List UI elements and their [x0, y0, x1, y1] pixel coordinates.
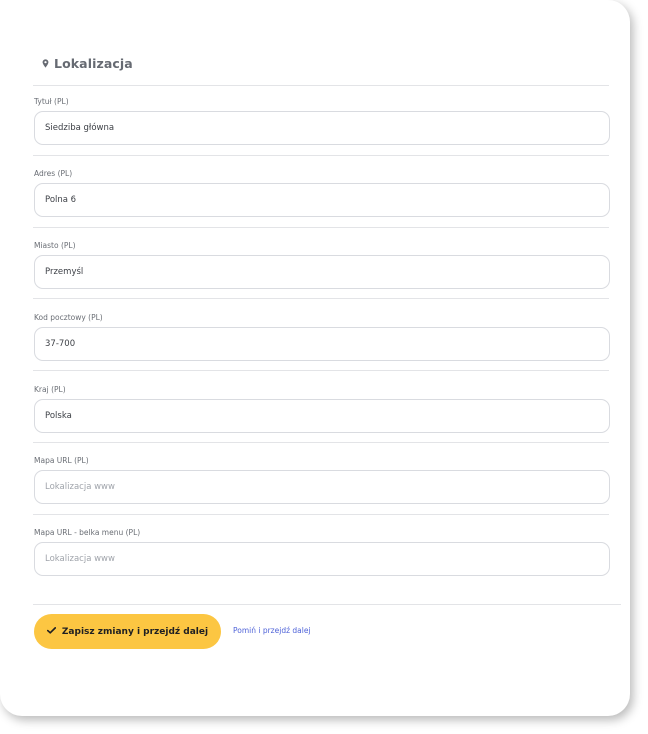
country-label: Kraj (PL) — [34, 385, 66, 394]
city-label: Miasto (PL) — [34, 241, 76, 250]
address-label: Adres (PL) — [34, 169, 73, 178]
divider — [33, 604, 621, 605]
location-pin-icon — [42, 59, 49, 68]
section-title-text: Lokalizacja — [54, 56, 133, 71]
check-icon — [46, 626, 56, 637]
skip-and-continue-link[interactable]: Pomiń i przejdź dalej — [233, 626, 311, 635]
country-input[interactable]: Polska — [34, 399, 610, 433]
divider — [33, 442, 609, 443]
map-url-input[interactable]: Lokalizacja www — [34, 470, 610, 504]
address-input[interactable]: Polna 6 — [34, 183, 610, 217]
map-url-menu-label: Mapa URL - belka menu (PL) — [34, 528, 141, 537]
save-button-label: Zapisz zmiany i przejdź dalej — [61, 626, 209, 637]
form-card: Lokalizacja Tytuł (PL) Siedziba główna A… — [0, 0, 630, 716]
title-label: Tytuł (PL) — [34, 97, 69, 106]
title-input[interactable]: Siedziba główna — [34, 111, 610, 145]
divider — [33, 85, 609, 86]
map-url-label: Mapa URL (PL) — [34, 456, 89, 465]
divider — [33, 370, 609, 371]
map-url-menu-input[interactable]: Lokalizacja www — [34, 542, 610, 576]
divider — [33, 227, 609, 228]
section-title: Lokalizacja — [42, 56, 133, 71]
save-and-continue-button[interactable]: Zapisz zmiany i przejdź dalej — [34, 614, 221, 649]
divider — [33, 298, 609, 299]
postal-code-label: Kod pocztowy (PL) — [34, 313, 103, 322]
divider — [33, 155, 609, 156]
city-input[interactable]: Przemyśl — [34, 255, 610, 289]
postal-code-input[interactable]: 37-700 — [34, 327, 610, 361]
divider — [33, 514, 609, 515]
